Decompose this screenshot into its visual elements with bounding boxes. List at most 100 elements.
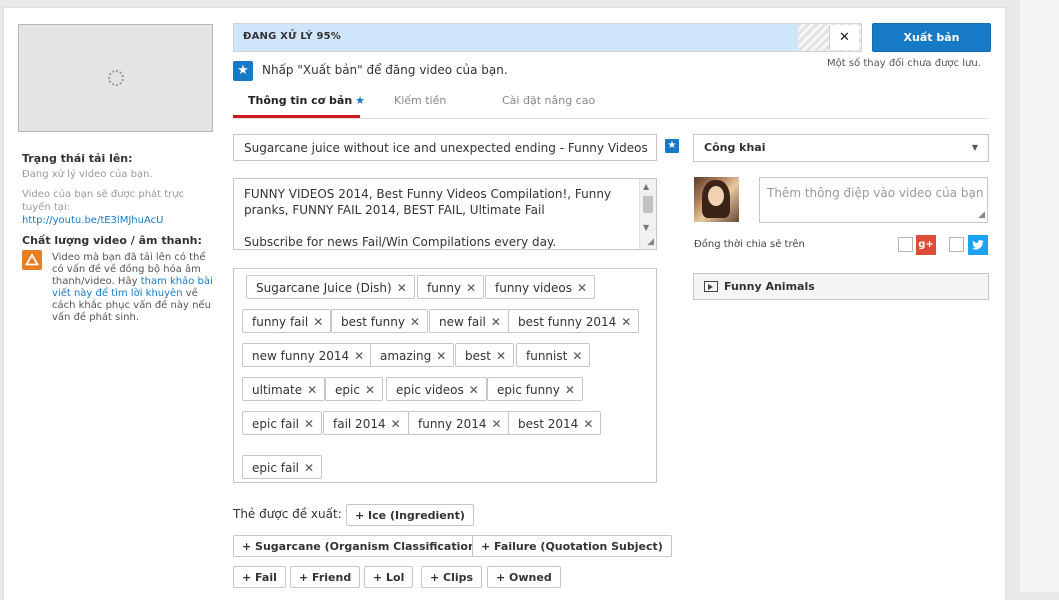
- suggested-tag-button[interactable]: + Fail: [233, 566, 286, 588]
- suggested-tag-button[interactable]: + Owned: [487, 566, 561, 588]
- progress-label: ĐANG XỬ LÝ 95%: [243, 31, 341, 42]
- tag-chip[interactable]: epic funny ✕: [487, 377, 583, 401]
- suggested-tag-button[interactable]: + Lol: [364, 566, 414, 588]
- tab-monetization[interactable]: Kiếm tiền: [394, 94, 446, 107]
- share-twitter-checkbox[interactable]: [949, 237, 964, 252]
- tag-chip[interactable]: funnist ✕: [516, 343, 591, 367]
- remove-tag-icon[interactable]: ✕: [565, 383, 575, 397]
- live-stream-text: Video của bạn sẽ được phát trực tuyến tạ…: [22, 189, 185, 213]
- remove-tag-icon[interactable]: ✕: [577, 281, 587, 295]
- tag-chip[interactable]: epic fail ✕: [242, 411, 323, 435]
- quality-warning-text: Video mà bạn đã tải lên có thể có vấn đề…: [52, 252, 214, 324]
- tab-basic-info[interactable]: Thông tin cơ bản ★: [248, 94, 365, 107]
- tag-chip[interactable]: epic fail ✕: [242, 455, 323, 479]
- suggested-tag-button[interactable]: + Ice (Ingredient): [346, 504, 474, 526]
- tag-chip[interactable]: epic videos ✕: [386, 377, 487, 401]
- video-description-textarea[interactable]: FUNNY VIDEOS 2014, Best Funny Videos Com…: [233, 178, 657, 250]
- remove-tag-icon[interactable]: ✕: [491, 315, 501, 329]
- tag-label: funnist: [526, 349, 568, 363]
- tag-label: best 2014: [518, 417, 579, 431]
- tag-chip[interactable]: amazing ✕: [370, 343, 455, 367]
- privacy-select[interactable]: Công khai ▼: [693, 134, 989, 162]
- remove-tag-icon[interactable]: ✕: [410, 315, 420, 329]
- remove-tag-icon[interactable]: ✕: [496, 349, 506, 363]
- remove-tag-icon[interactable]: ✕: [469, 383, 479, 397]
- remove-tag-icon[interactable]: ✕: [313, 315, 323, 329]
- remove-tag-icon[interactable]: ✕: [492, 417, 502, 431]
- tag-chip[interactable]: best ✕: [455, 343, 515, 367]
- description-text: FUNNY VIDEOS 2014, Best Funny Videos Com…: [244, 187, 612, 249]
- resize-handle-icon[interactable]: ◢: [647, 237, 654, 247]
- remove-tag-icon[interactable]: ✕: [304, 461, 314, 475]
- scroll-thumb[interactable]: [643, 196, 653, 213]
- share-message-input[interactable]: Thêm thông điệp vào video của bạn ◢: [759, 177, 988, 223]
- privacy-value: Công khai: [704, 141, 766, 154]
- remove-tag-icon[interactable]: ✕: [354, 349, 364, 363]
- playlist-selector[interactable]: Funny Animals: [693, 273, 989, 300]
- remove-tag-icon[interactable]: ✕: [583, 417, 593, 431]
- suggested-tag-button[interactable]: + Friend: [290, 566, 361, 588]
- page-background-edge: [1020, 0, 1059, 592]
- tag-label: best: [465, 349, 491, 363]
- remove-tag-icon[interactable]: ✕: [572, 349, 582, 363]
- suggested-tag-button[interactable]: + Failure (Quotation Subject): [472, 535, 672, 557]
- tag-chip[interactable]: funny videos ✕: [485, 275, 596, 299]
- tag-label: epic fail: [252, 417, 299, 431]
- scroll-up-icon[interactable]: ▲: [643, 182, 649, 191]
- tag-chip[interactable]: fail 2014 ✕: [323, 411, 409, 435]
- remove-tag-icon[interactable]: ✕: [397, 281, 407, 295]
- video-title-input[interactable]: Sugarcane juice without ice and unexpect…: [233, 134, 657, 161]
- resize-handle-icon[interactable]: ◢: [978, 210, 985, 220]
- tag-chip[interactable]: Sugarcane Juice (Dish) ✕: [246, 275, 415, 299]
- star-icon: ★: [665, 139, 679, 153]
- tag-label: epic fail: [252, 461, 299, 475]
- tag-chip[interactable]: funny ✕: [417, 275, 485, 299]
- tag-chip[interactable]: best 2014 ✕: [508, 411, 602, 435]
- tag-label: epic videos: [396, 383, 464, 397]
- loading-spinner-icon: [108, 70, 124, 86]
- tag-chip[interactable]: epic ✕: [325, 377, 383, 401]
- tag-chip[interactable]: best funny ✕: [331, 309, 428, 333]
- remove-tag-icon[interactable]: ✕: [365, 383, 375, 397]
- tag-chip[interactable]: funny fail ✕: [242, 309, 332, 333]
- share-label: Đồng thời chia sẻ trên: [694, 239, 805, 250]
- tab-advanced-settings[interactable]: Cài đặt nâng cao: [502, 94, 595, 107]
- share-message-placeholder: Thêm thông điệp vào video của bạn: [767, 186, 984, 200]
- google-plus-icon: g+: [916, 235, 936, 255]
- suggested-tag-button[interactable]: + Sugarcane (Organism Classification): [233, 535, 490, 557]
- tag-label: best funny: [341, 315, 405, 329]
- cancel-upload-button[interactable]: ✕: [829, 25, 859, 50]
- tag-chip[interactable]: ultimate ✕: [242, 377, 326, 401]
- publish-button[interactable]: Xuất bản: [872, 23, 991, 52]
- remove-tag-icon[interactable]: ✕: [307, 383, 317, 397]
- remove-tag-icon[interactable]: ✕: [466, 281, 476, 295]
- tag-label: funny 2014: [418, 417, 487, 431]
- processing-progress-bar: ĐANG XỬ LÝ 95%: [233, 23, 862, 52]
- tag-label: funny: [427, 281, 462, 295]
- avatar-face: [708, 186, 724, 206]
- tag-label: epic funny: [497, 383, 560, 397]
- video-url-link[interactable]: http://youtu.be/tE3lMJhuAcU: [22, 215, 163, 226]
- tag-label: Sugarcane Juice (Dish): [256, 281, 392, 295]
- playlist-name: Funny Animals: [724, 280, 815, 293]
- remove-tag-icon[interactable]: ✕: [391, 417, 401, 431]
- scroll-down-icon[interactable]: ▼: [643, 223, 649, 232]
- upload-status-text: Đang xử lý video của bạn.: [22, 169, 153, 180]
- channel-avatar: [694, 177, 739, 222]
- remove-tag-icon[interactable]: ✕: [304, 417, 314, 431]
- quality-label: Chất lượng video / âm thanh:: [22, 234, 202, 247]
- remove-tag-icon[interactable]: ✕: [621, 315, 631, 329]
- tab-divider: [233, 118, 989, 119]
- tags-input[interactable]: Sugarcane Juice (Dish) ✕ funny ✕ funny video…: [233, 268, 657, 483]
- tag-label: best funny 2014: [518, 315, 617, 329]
- video-thumbnail: [18, 24, 213, 132]
- suggested-tag-button[interactable]: + Clips: [421, 566, 483, 588]
- tag-chip[interactable]: funny 2014 ✕: [408, 411, 510, 435]
- tag-chip[interactable]: new fail ✕: [429, 309, 509, 333]
- tag-chip[interactable]: new funny 2014 ✕: [242, 343, 373, 367]
- tag-label: amazing: [380, 349, 432, 363]
- tag-label: fail 2014: [333, 417, 386, 431]
- share-gplus-checkbox[interactable]: [898, 237, 913, 252]
- tag-chip[interactable]: best funny 2014 ✕: [508, 309, 640, 333]
- remove-tag-icon[interactable]: ✕: [436, 349, 446, 363]
